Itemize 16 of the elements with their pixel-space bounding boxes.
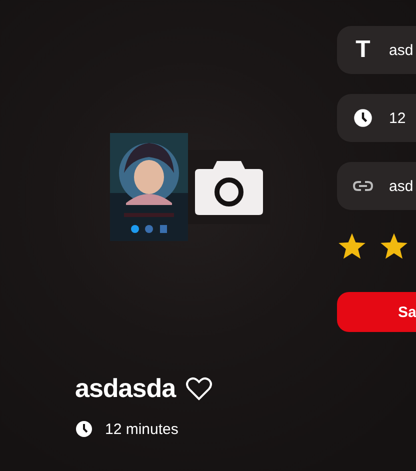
field-value: asd — [389, 42, 414, 58]
star-icon[interactable] — [379, 232, 409, 260]
clock-icon — [353, 108, 373, 128]
link-icon — [353, 180, 373, 192]
heart-icon[interactable] — [186, 376, 212, 400]
duration-text: 12 minutes — [105, 420, 178, 438]
clock-icon — [75, 420, 93, 438]
input-field[interactable]: asd — [337, 162, 416, 210]
field-value: 12 — [389, 110, 406, 126]
star-icon[interactable] — [337, 232, 367, 260]
input-field[interactable]: T asd — [337, 26, 416, 74]
text-icon: T — [353, 36, 373, 64]
camera-icon — [195, 159, 263, 215]
movie-title: asdasda — [75, 373, 176, 404]
field-value: asd — [389, 178, 414, 194]
input-field[interactable]: 12 — [337, 94, 416, 142]
